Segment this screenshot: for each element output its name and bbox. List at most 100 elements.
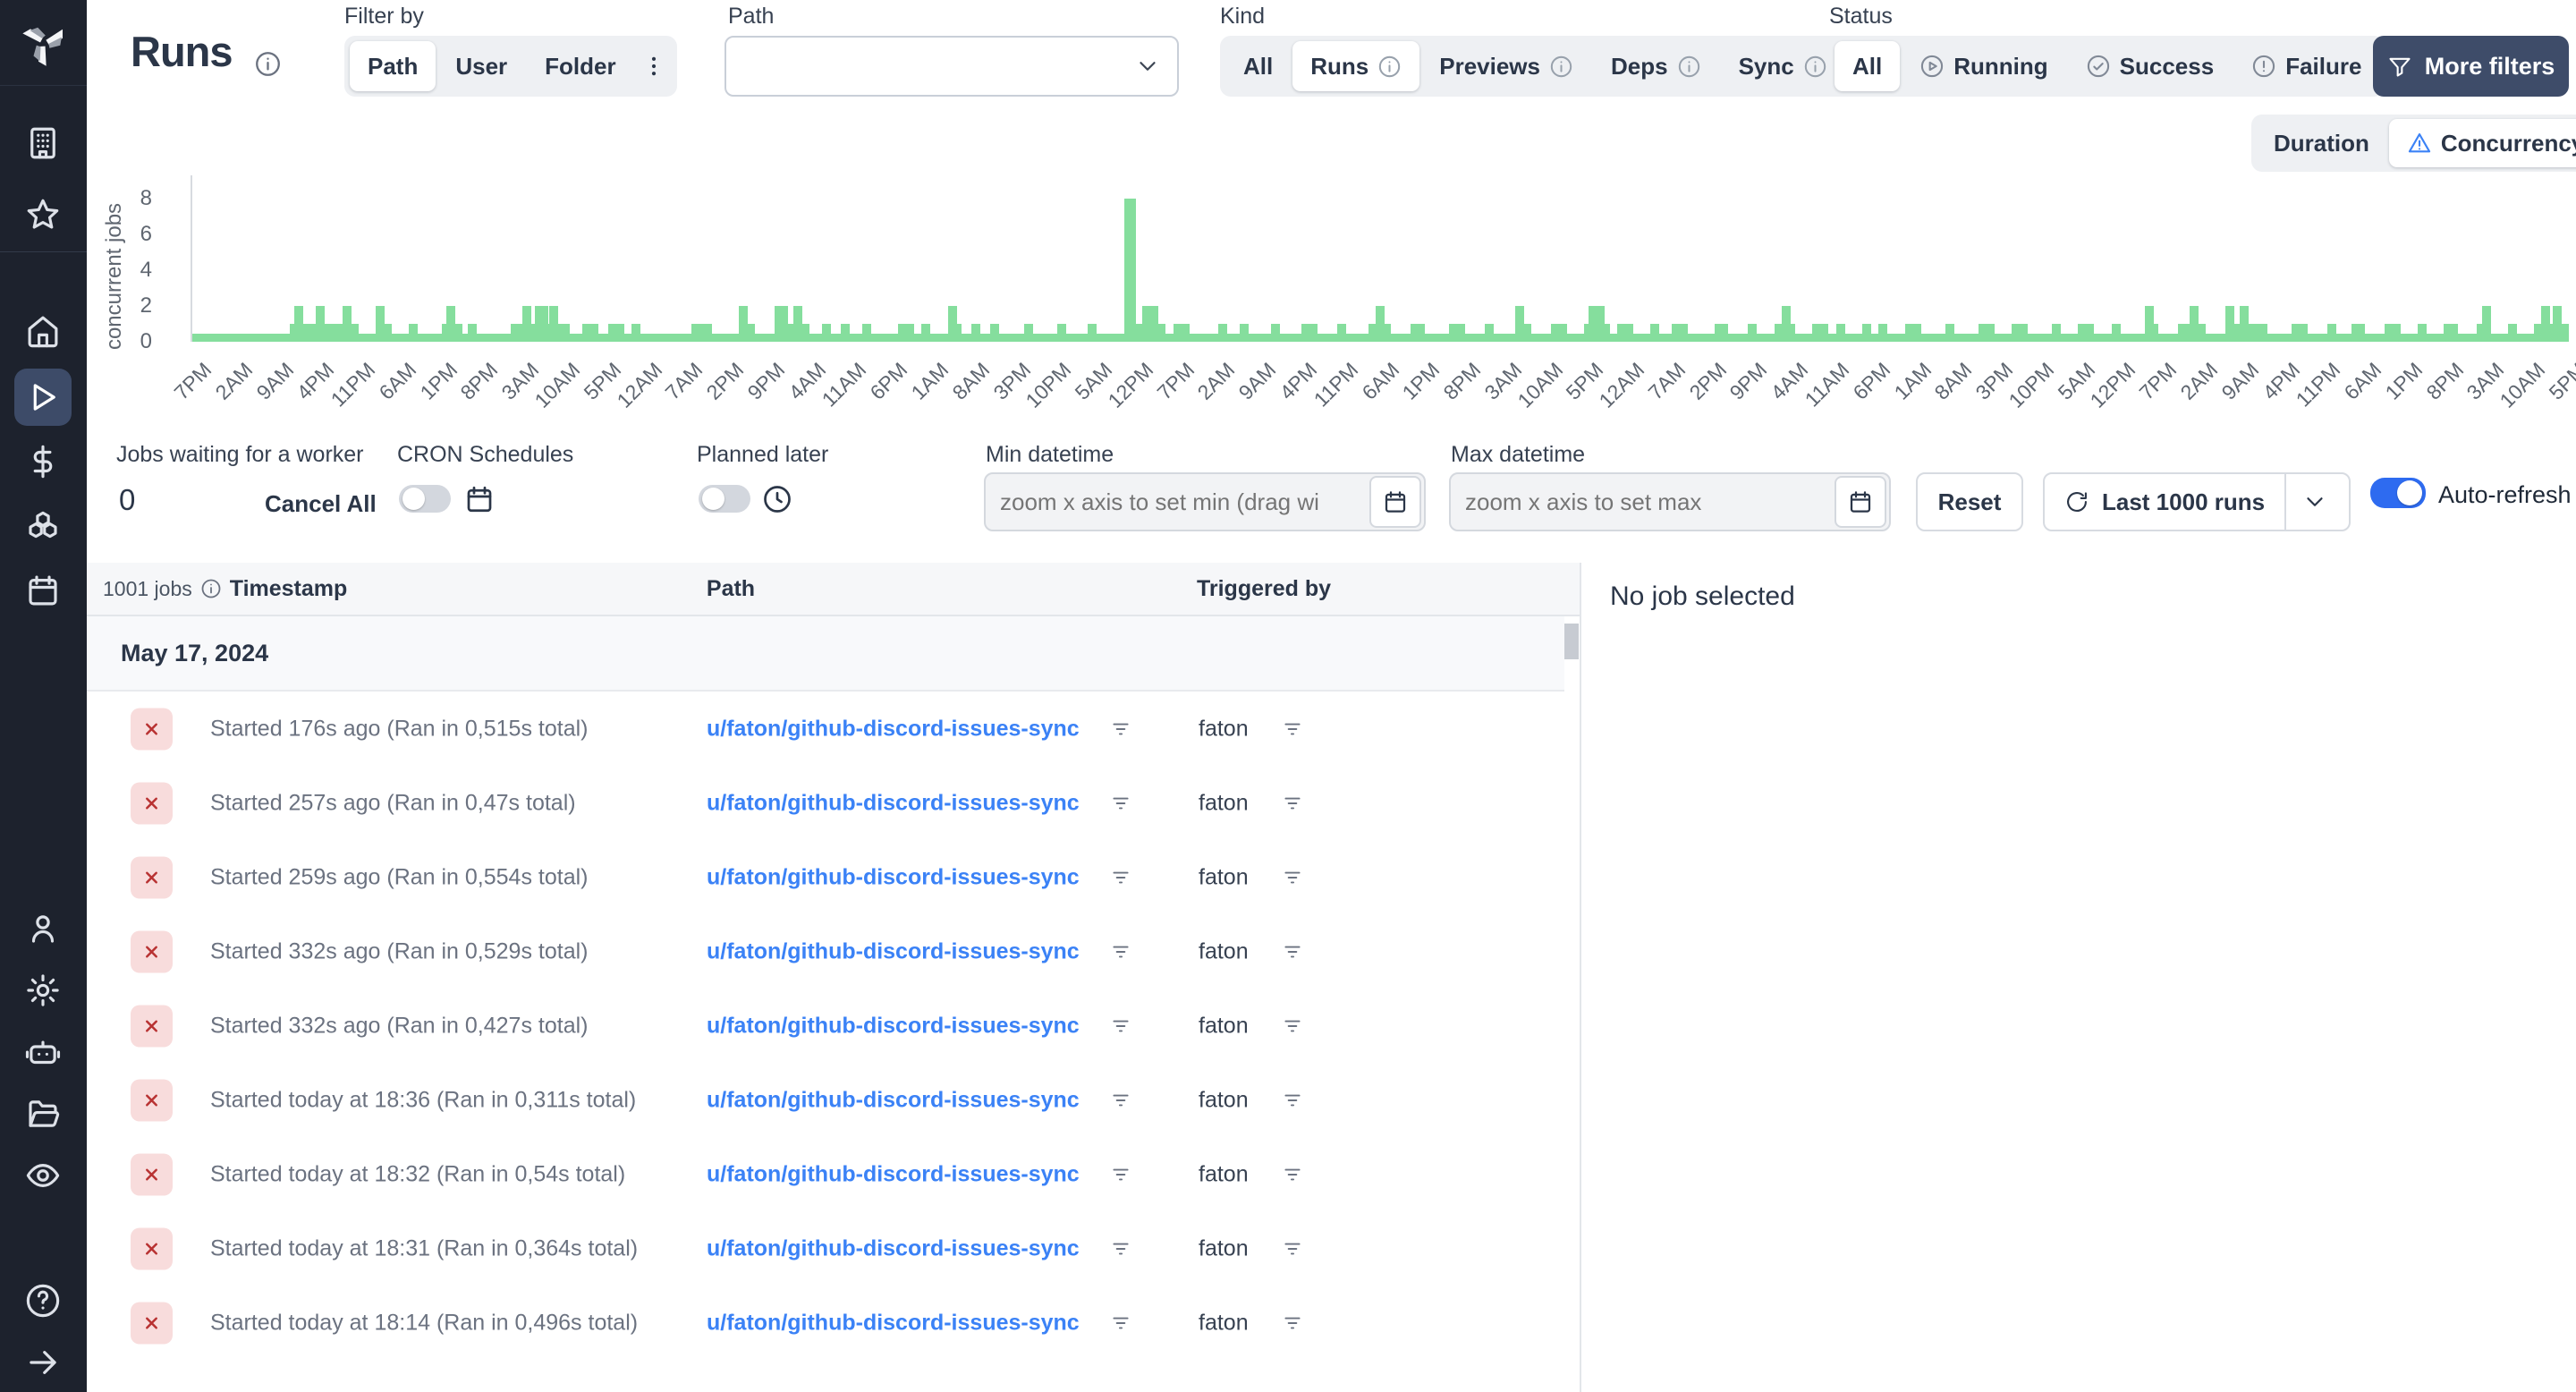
run-path-link[interactable]: u/faton/github-discord-issues-sync xyxy=(707,1161,1080,1187)
filter-by-user-icon[interactable] xyxy=(1281,1089,1304,1112)
run-path-link[interactable]: u/faton/github-discord-issues-sync xyxy=(707,938,1080,964)
more-filters-button[interactable]: More filters xyxy=(2373,36,2569,97)
calendar-icon[interactable] xyxy=(463,483,496,515)
kind-all[interactable]: All xyxy=(1225,41,1291,91)
table-row[interactable]: Started 259s ago (Ran in 0,554s total) u… xyxy=(87,840,1564,914)
filter-by-path-icon[interactable] xyxy=(1109,1237,1132,1260)
run-path-link[interactable]: u/faton/github-discord-issues-sync xyxy=(707,716,1080,742)
kind-previews[interactable]: Previews xyxy=(1421,41,1591,91)
run-path-link[interactable]: u/faton/github-discord-issues-sync xyxy=(707,790,1080,816)
sidebar-item-home[interactable] xyxy=(14,302,72,360)
filter-by-user-icon[interactable] xyxy=(1281,792,1304,815)
runs-count-dropdown[interactable] xyxy=(2286,474,2343,530)
filter-by-user-icon[interactable] xyxy=(1281,940,1304,963)
filter-by-user[interactable]: User xyxy=(437,41,525,91)
sidebar-item-favorites[interactable] xyxy=(14,186,72,243)
clock-icon[interactable] xyxy=(761,483,793,515)
sidebar-item-runs[interactable] xyxy=(14,369,72,426)
runs-info-icon[interactable] xyxy=(254,50,282,78)
min-datetime-input[interactable] xyxy=(986,488,1369,516)
filter-by-user-icon[interactable] xyxy=(1281,717,1304,741)
calendar-icon xyxy=(1385,491,1406,513)
filter-by-folder[interactable]: Folder xyxy=(527,41,633,91)
sidebar-item-workspace[interactable] xyxy=(14,115,72,172)
filter-by-path-icon[interactable] xyxy=(1109,792,1132,815)
filter-by-path-icon[interactable] xyxy=(1109,1311,1132,1335)
status-success[interactable]: Success xyxy=(2068,41,2233,91)
auto-refresh-toggle[interactable] xyxy=(2370,478,2426,508)
runs-count-refresh[interactable]: Last 1000 runs xyxy=(2045,474,2284,530)
min-datetime-calendar-button[interactable] xyxy=(1369,476,1421,528)
table-row[interactable]: Started today at 18:14 (Ran in 0,496s to… xyxy=(87,1286,1564,1360)
status-failure[interactable]: Failure xyxy=(2233,41,2379,91)
sidebar-item-audit-logs[interactable] xyxy=(14,1147,72,1204)
filter-by-path-icon[interactable] xyxy=(1109,1014,1132,1038)
max-datetime-field xyxy=(1449,472,1891,531)
filter-by-user-icon[interactable] xyxy=(1281,1311,1304,1335)
sidebar-item-expand[interactable] xyxy=(14,1334,72,1391)
filter-by-more-menu[interactable] xyxy=(636,41,672,91)
filter-by-path-icon[interactable] xyxy=(1109,1163,1132,1186)
status-all[interactable]: All xyxy=(1835,41,1901,91)
sidebar-item-workers[interactable] xyxy=(14,1024,72,1082)
filter-by-path-icon[interactable] xyxy=(1109,940,1132,963)
run-timestamp: Started today at 18:31 (Ran in 0,364s to… xyxy=(210,1235,639,1260)
robot-icon xyxy=(25,1040,61,1065)
run-path-link[interactable]: u/faton/github-discord-issues-sync xyxy=(707,864,1080,890)
kind-group: All Runs Previews Deps Sync xyxy=(1220,36,1851,97)
filter-by-path-icon[interactable] xyxy=(1109,717,1132,741)
table-row[interactable]: Started 257s ago (Ran in 0,47s total) u/… xyxy=(87,766,1564,840)
max-datetime-calendar-button[interactable] xyxy=(1835,476,1886,528)
sidebar-item-folders[interactable] xyxy=(14,1085,72,1142)
kind-runs[interactable]: Runs xyxy=(1292,41,1420,91)
table-row[interactable]: Started today at 18:32 (Ran in 0,54s tot… xyxy=(87,1137,1564,1211)
filter-by-user-icon[interactable] xyxy=(1281,1163,1304,1186)
chart-bar xyxy=(2392,324,2401,342)
filter-by-user-icon[interactable] xyxy=(1281,1014,1304,1038)
table-row[interactable]: Started 332s ago (Ran in 0,427s total) u… xyxy=(87,989,1564,1063)
filter-lines-icon xyxy=(1113,723,1129,734)
sidebar-item-schedules[interactable] xyxy=(14,562,72,619)
sidebar-item-user[interactable] xyxy=(14,900,72,957)
sidebar-item-resources[interactable] xyxy=(14,499,72,556)
cron-schedules-toggle[interactable] xyxy=(399,485,451,513)
chart-bar xyxy=(1485,324,1494,342)
view-duration[interactable]: Duration xyxy=(2256,119,2387,167)
status-running[interactable]: Running xyxy=(1902,41,2065,91)
run-triggered-by: faton xyxy=(1199,716,1249,741)
info-icon[interactable] xyxy=(200,578,222,599)
cancel-all-button[interactable]: Cancel All xyxy=(265,490,377,518)
filter-by-path-icon[interactable] xyxy=(1109,1089,1132,1112)
chart-bar xyxy=(1719,324,1728,342)
path-select[interactable] xyxy=(724,36,1179,97)
chevron-down-icon xyxy=(1140,62,1156,71)
run-path-link[interactable]: u/faton/github-discord-issues-sync xyxy=(707,1087,1080,1113)
filter-by-path-icon[interactable] xyxy=(1109,866,1132,889)
chart-bar xyxy=(1748,324,1757,342)
run-path-link[interactable]: u/faton/github-discord-issues-sync xyxy=(707,1235,1080,1261)
filter-by-user-icon[interactable] xyxy=(1281,866,1304,889)
table-row[interactable]: Started 332s ago (Ran in 0,529s total) u… xyxy=(87,914,1564,989)
filter-by-user-icon[interactable] xyxy=(1281,1237,1304,1260)
table-row[interactable]: Started today at 18:31 (Ran in 0,364s to… xyxy=(87,1211,1564,1286)
failure-status-badge xyxy=(131,1302,173,1344)
chart-bar xyxy=(703,324,712,342)
table-row[interactable]: Started today at 18:36 (Ran in 0,311s to… xyxy=(87,1063,1564,1137)
kind-deps[interactable]: Deps xyxy=(1593,41,1719,91)
max-datetime-input[interactable] xyxy=(1451,488,1835,516)
x-icon xyxy=(146,797,157,809)
run-path-link[interactable]: u/faton/github-discord-issues-sync xyxy=(707,1310,1080,1336)
table-row[interactable]: Started 176s ago (Ran in 0,515s total) u… xyxy=(87,692,1564,766)
option-label: Folder xyxy=(545,52,616,80)
filter-by-path[interactable]: Path xyxy=(350,41,436,91)
run-path-link[interactable]: u/faton/github-discord-issues-sync xyxy=(707,1013,1080,1039)
view-concurrency[interactable]: Concurrency xyxy=(2388,119,2576,167)
planned-later-toggle[interactable] xyxy=(699,485,750,513)
windmill-logo[interactable] xyxy=(0,0,87,86)
sidebar-item-settings[interactable] xyxy=(14,962,72,1019)
table-scrollbar-thumb[interactable] xyxy=(1564,624,1579,659)
reset-button[interactable]: Reset xyxy=(1916,472,2023,531)
sidebar-item-help[interactable] xyxy=(14,1272,72,1329)
sidebar-item-usage[interactable] xyxy=(14,433,72,490)
kind-sync[interactable]: Sync xyxy=(1721,41,1845,91)
